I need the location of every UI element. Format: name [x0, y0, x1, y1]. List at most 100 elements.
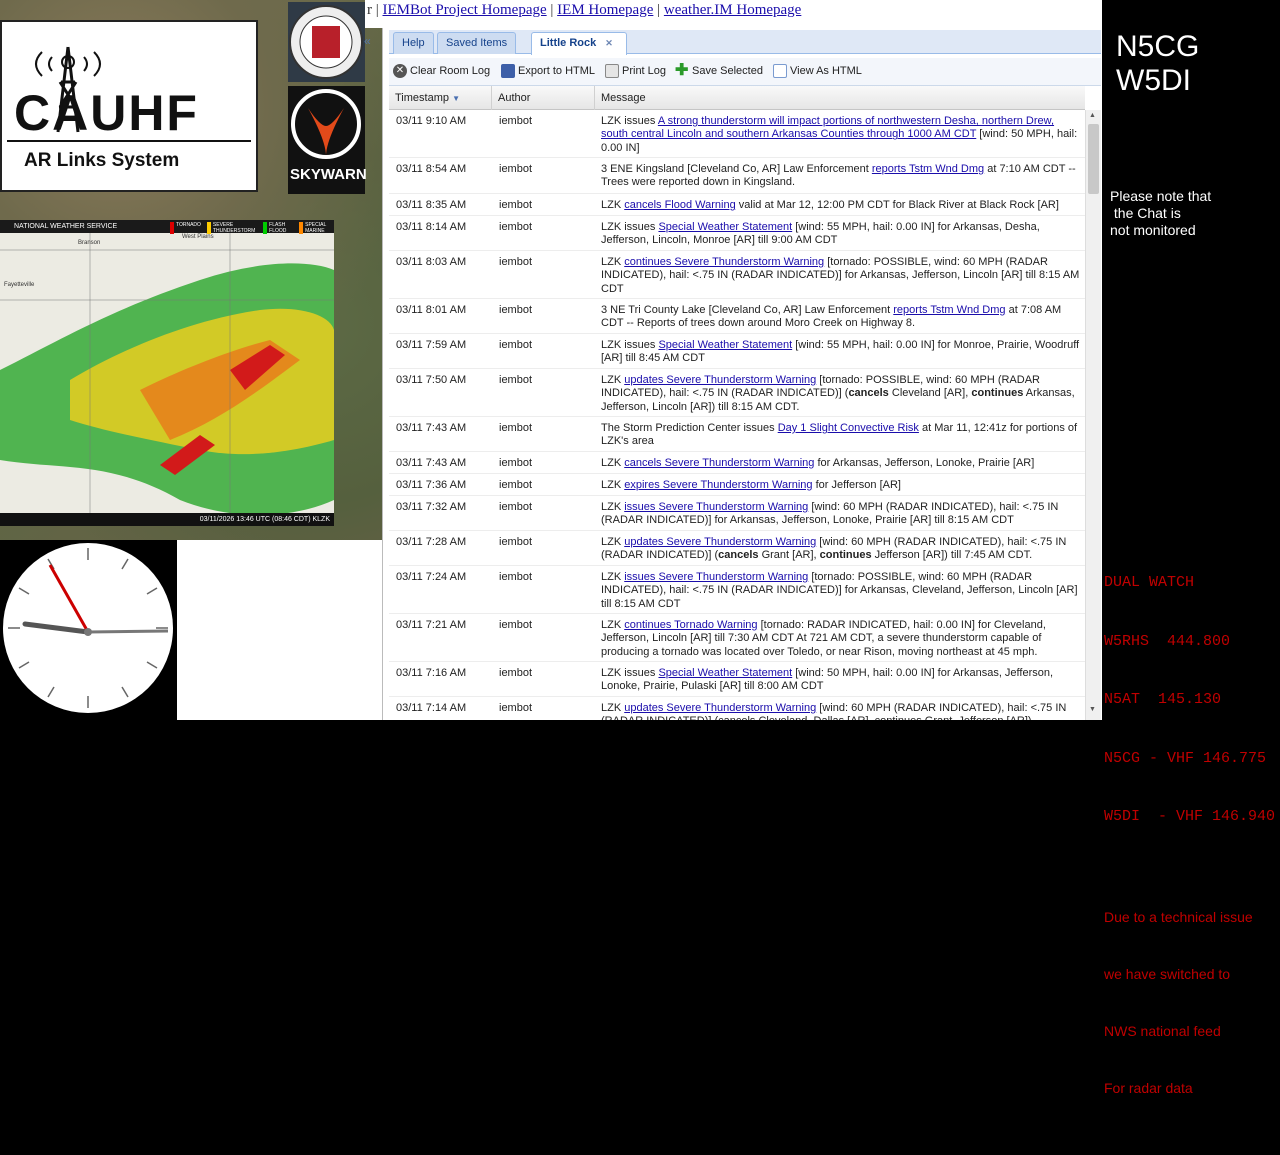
- message-link[interactable]: updates Severe Thunderstorm Warning: [624, 702, 816, 714]
- clear-room-log-label: Clear Room Log: [410, 65, 491, 77]
- view-icon: [773, 64, 787, 78]
- tech-notice: Due to a technical issue we have switche…: [1104, 870, 1275, 1136]
- message-timestamp: 03/11 8:14 AM: [396, 221, 467, 233]
- column-message[interactable]: Message: [595, 86, 1085, 110]
- message-row[interactable]: 03/11 7:28 AM iembot LZK updates Severe Th…: [389, 531, 1085, 566]
- column-timestamp[interactable]: Timestamp ▼: [389, 86, 492, 110]
- place-label: Fayetteville: [4, 282, 35, 288]
- message-timestamp: 03/11 7:21 AM: [396, 619, 467, 631]
- message-timestamp: 03/11 7:32 AM: [396, 501, 467, 513]
- message-text-part: LZK: [601, 619, 625, 631]
- radar-map: [0, 220, 334, 526]
- message-link[interactable]: Special Weather Statement: [658, 221, 792, 233]
- message-link[interactable]: updates Severe Thunderstorm Warning: [624, 374, 816, 386]
- message-text: LZK issues A strong thunderstorm will im…: [601, 115, 1081, 155]
- message-text: The Storm Prediction Center issues Day 1…: [601, 422, 1081, 449]
- message-row[interactable]: 03/11 8:54 AM iembot 3 ENE Kingsland [Clev…: [389, 158, 1085, 194]
- print-icon: [605, 64, 619, 78]
- scroll-up-icon[interactable]: ▲: [1089, 112, 1096, 119]
- message-row[interactable]: 03/11 8:35 AM iembot LZK cancels Flood War…: [389, 194, 1085, 216]
- message-link[interactable]: Special Weather Statement: [658, 667, 792, 679]
- print-log-button[interactable]: Print Log: [605, 64, 666, 78]
- message-text-part: Grant [AR],: [758, 549, 820, 562]
- message-link[interactable]: Special Weather Statement: [658, 339, 792, 351]
- view-as-html-button[interactable]: View As HTML: [773, 64, 862, 78]
- message-row[interactable]: 03/11 7:43 AM iembot LZK cancels Severe Th…: [389, 452, 1085, 474]
- message-author: iembot: [499, 479, 533, 491]
- save-selected-label: Save Selected: [692, 65, 763, 77]
- message-text: 3 NE Tri County Lake [Cleveland Co, AR] …: [601, 304, 1081, 331]
- iembot-homepage-link[interactable]: IEMBot Project Homepage: [383, 2, 547, 18]
- message-timestamp: 03/11 7:50 AM: [396, 374, 467, 386]
- message-link[interactable]: continues Severe Thunderstorm Warning: [624, 256, 824, 268]
- message-author: iembot: [499, 501, 533, 513]
- message-link[interactable]: issues Severe Thunderstorm Warning: [624, 571, 808, 583]
- save-selected-button[interactable]: ✚ Save Selected: [675, 63, 763, 79]
- legend-tornado: TORNADO: [170, 222, 201, 234]
- message-row[interactable]: 03/11 7:50 AM iembot LZK updates Severe Th…: [389, 369, 1085, 417]
- message-row[interactable]: 03/11 7:21 AM iembot LZK continues Tornado…: [389, 614, 1085, 662]
- message-timestamp: 03/11 7:59 AM: [396, 339, 467, 351]
- message-row[interactable]: 03/11 7:14 AM iembot LZK updates Severe Th…: [389, 697, 1085, 720]
- column-timestamp-label: Timestamp: [395, 92, 449, 104]
- close-tab-icon[interactable]: ✕: [605, 33, 613, 53]
- message-author: iembot: [499, 457, 533, 469]
- message-list: 03/11 9:10 AM iembot LZK issues A strong t…: [389, 110, 1085, 720]
- message-timestamp: 03/11 8:03 AM: [396, 256, 467, 268]
- message-row[interactable]: 03/11 7:32 AM iembot LZK issues Severe Thu…: [389, 496, 1085, 531]
- column-author[interactable]: Author: [492, 86, 595, 110]
- export-html-button[interactable]: Export to HTML: [501, 64, 595, 78]
- vertical-scrollbar[interactable]: ▲ ▼: [1085, 110, 1101, 720]
- print-log-label: Print Log: [622, 65, 667, 77]
- chat-note: Please note that the Chat is not monitor…: [1110, 188, 1270, 239]
- cauhf-logo-subtitle: AR Links System: [24, 150, 180, 171]
- message-timestamp: 03/11 7:43 AM: [396, 422, 467, 434]
- skywarn-label: SKYWARN: [290, 166, 367, 183]
- tab-saved-items[interactable]: Saved Items: [437, 32, 517, 54]
- message-link[interactable]: issues Severe Thunderstorm Warning: [624, 501, 808, 513]
- message-link[interactable]: reports Tstm Wnd Dmg: [893, 304, 1005, 316]
- message-link[interactable]: reports Tstm Wnd Dmg: [872, 163, 984, 175]
- clock-face-icon: [3, 543, 173, 713]
- clear-room-log-button[interactable]: ✕ Clear Room Log: [393, 64, 490, 78]
- message-text: LZK expires Severe Thunderstorm Warning …: [601, 479, 1081, 492]
- skywarn-logo: SKYWARN: [288, 86, 367, 194]
- tab-help[interactable]: Help: [393, 32, 434, 54]
- collapse-panel-icon[interactable]: «: [364, 34, 378, 54]
- message-link[interactable]: cancels Severe Thunderstorm Warning: [624, 457, 814, 469]
- message-text-part: Cleveland [AR],: [888, 387, 972, 400]
- clear-icon: ✕: [393, 64, 407, 78]
- message-timestamp: 03/11 7:36 AM: [396, 479, 467, 491]
- message-row[interactable]: 03/11 7:43 AM iembot The Storm Prediction …: [389, 417, 1085, 452]
- message-text-part: The Storm Prediction Center issues: [601, 422, 778, 434]
- message-link[interactable]: updates Severe Thunderstorm Warning: [624, 536, 816, 548]
- scroll-thumb[interactable]: [1088, 124, 1099, 194]
- message-row[interactable]: 03/11 7:59 AM iembot LZK issues Special We…: [389, 334, 1085, 369]
- message-author: iembot: [499, 221, 533, 233]
- message-text-part: LZK issues: [601, 115, 658, 127]
- message-link[interactable]: Day 1 Slight Convective Risk: [778, 422, 919, 434]
- message-text: LZK issues Severe Thunderstorm Warning […: [601, 501, 1081, 528]
- message-row[interactable]: 03/11 7:24 AM iembot LZK issues Severe Thu…: [389, 566, 1085, 614]
- message-row[interactable]: 03/11 8:14 AM iembot LZK issues Special We…: [389, 216, 1085, 251]
- message-link[interactable]: cancels Flood Warning: [624, 199, 735, 211]
- message-row[interactable]: 03/11 7:36 AM iembot LZK expires Severe Th…: [389, 474, 1085, 496]
- watch-line: DUAL WATCH: [1104, 574, 1195, 591]
- message-author: iembot: [499, 571, 533, 583]
- message-timestamp: 03/11 7:24 AM: [396, 571, 467, 583]
- view-as-html-label: View As HTML: [790, 65, 862, 77]
- message-row[interactable]: 03/11 9:10 AM iembot LZK issues A strong t…: [389, 110, 1085, 158]
- message-text-part: LZK issues: [601, 339, 659, 351]
- message-row[interactable]: 03/11 8:03 AM iembot LZK continues Severe …: [389, 251, 1085, 299]
- message-row[interactable]: 03/11 7:16 AM iembot LZK issues Special We…: [389, 662, 1085, 697]
- message-link[interactable]: continues Tornado Warning: [624, 619, 757, 631]
- message-author: iembot: [499, 339, 533, 351]
- message-link[interactable]: expires Severe Thunderstorm Warning: [624, 479, 812, 491]
- message-author: iembot: [499, 374, 533, 386]
- message-text-part: LZK: [601, 536, 625, 548]
- tab-little-rock[interactable]: Little Rock ✕: [531, 32, 627, 55]
- scroll-down-icon[interactable]: ▼: [1089, 706, 1096, 713]
- weather-im-homepage-link[interactable]: weather.IM Homepage: [664, 2, 801, 18]
- message-row[interactable]: 03/11 8:01 AM iembot 3 NE Tri County Lake …: [389, 299, 1085, 334]
- iem-homepage-link[interactable]: IEM Homepage: [557, 2, 653, 18]
